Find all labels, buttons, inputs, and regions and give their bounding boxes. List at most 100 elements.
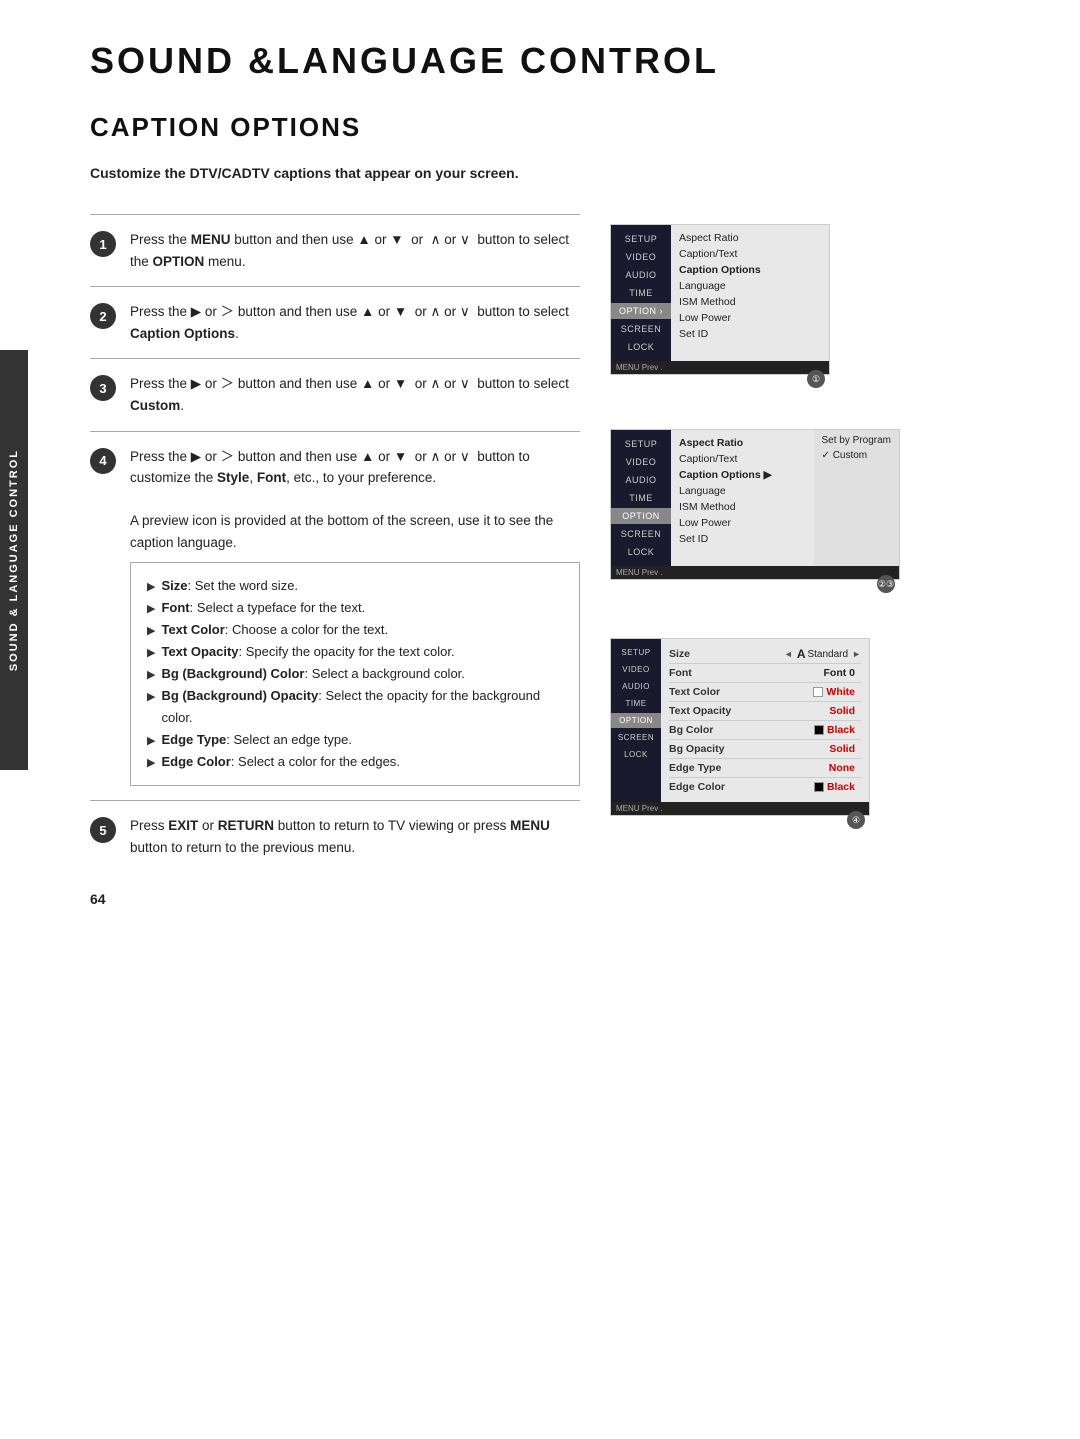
tv-menu-1-ism: ISM Method: [679, 295, 821, 309]
tv-menu-2-video: VIDEO: [611, 454, 671, 470]
step-2-circle: 2: [90, 303, 116, 329]
tv-menu3-label-font: Font: [669, 667, 692, 679]
tv-menu3-label-bg-opacity: Bg Opacity: [669, 743, 724, 755]
step-4-text: Press the ▶ or ＞ button and then use ▲ o…: [130, 446, 580, 787]
tv-menu-3-lock: LOCK: [611, 747, 661, 762]
bullet-edge-type: ▶ Edge Type: Select an edge type.: [147, 729, 563, 751]
step-1-text: Press the MENU button and then use ▲ or …: [130, 229, 580, 272]
tv-menu3-value-bg-color: Black: [808, 723, 861, 737]
tv-menu3-label-bg-color: Bg Color: [669, 724, 713, 736]
bullet-edge-color: ▶ Edge Color: Select a color for the edg…: [147, 751, 563, 773]
tv-menu-2-caption-options: Caption Options ▶: [679, 468, 806, 482]
tv-menu-2-aspect: Aspect Ratio: [679, 436, 806, 450]
section-title: CAPTION OPTIONS: [90, 112, 1030, 143]
tv-menu-1-prev: MENU Prev .: [611, 361, 829, 374]
tv-menu3-label-text-color: Text Color: [669, 686, 720, 698]
bullet-font: ▶ Font: Select a typeface for the text.: [147, 597, 563, 619]
steps-column: 1 Press the MENU button and then use ▲ o…: [90, 214, 580, 907]
page-number: 64: [90, 891, 580, 907]
tv-menu3-row-text-opacity: Text Opacity Solid: [669, 702, 861, 721]
tv-menu-1-caption-text: Caption/Text: [679, 247, 821, 261]
tv-menu-1-left: SETUP VIDEO AUDIO TIME OPTION › SCREEN L…: [611, 225, 671, 361]
tv-menu-1-option: OPTION ›: [611, 303, 671, 319]
tv-menu3-label-edge-color: Edge Color: [669, 781, 725, 793]
tv-menu-2: SETUP VIDEO AUDIO TIME OPTION SCREEN LOC…: [610, 429, 900, 580]
tv-menu3-row-edge-color: Edge Color Black: [669, 778, 861, 796]
tv-menu-3-settings: Size ◄ A Standard ►: [661, 639, 869, 802]
tv-menu-2-time: TIME: [611, 490, 671, 506]
intro-text: Customize the DTV/CADTV captions that ap…: [90, 163, 550, 184]
tv-menu-3-video: VIDEO: [611, 662, 661, 677]
tv-menu-1-stepnum: ①: [807, 370, 825, 388]
tv-menu-1-low-power: Low Power: [679, 311, 821, 325]
tv-menu-1-time: TIME: [611, 285, 671, 301]
menu-screenshot-3: SETUP VIDEO AUDIO TIME OPTION SCREEN LOC…: [610, 638, 1030, 816]
tv-menu-2-screen: SCREEN: [611, 526, 671, 542]
bullet-bg-opacity: ▶ Bg (Background) Opacity: Select the op…: [147, 685, 563, 729]
bullet-list: ▶ Size: Set the word size. ▶ Font: Selec…: [130, 562, 580, 787]
tv-menu-2-lock: LOCK: [611, 544, 671, 560]
tv-menu-2-caption-text: Caption/Text: [679, 452, 806, 466]
step-5: 5 Press EXIT or RETURN button to return …: [90, 800, 580, 872]
side-tab: SOUND & LANGUAGE CONTROL: [0, 350, 28, 770]
tv-menu3-swatch-bg-color: [814, 725, 824, 735]
tv-menu3-row-bg-color: Bg Color Black: [669, 721, 861, 740]
tv-menu-1-audio: AUDIO: [611, 267, 671, 283]
bullet-text-color: ▶ Text Color: Choose a color for the tex…: [147, 619, 563, 641]
tv-menu-1-language: Language: [679, 279, 821, 293]
tv-menu3-row-bg-opacity: Bg Opacity Solid: [669, 740, 861, 759]
tv-menu3-arrow-nav-size: ◄ A Standard ►: [784, 647, 861, 661]
tv-menu3-value-edge-color: Black: [808, 780, 861, 794]
tv-menu3-swatch-edge-color: [814, 782, 824, 792]
step-4-circle: 4: [90, 448, 116, 474]
step-3: 3 Press the ▶ or ＞ button and then use ▲…: [90, 358, 580, 430]
main-title: SOUND &LANGUAGE CONTROL: [90, 40, 1030, 82]
bullet-bg-color: ▶ Bg (Background) Color: Select a backgr…: [147, 663, 563, 685]
tv-menu-1-setup: SETUP: [611, 231, 671, 247]
tv-menu-2-right: Aspect Ratio Caption/Text Caption Option…: [671, 430, 814, 566]
tv-menu-1-video: VIDEO: [611, 249, 671, 265]
tv-menu-2-stepnum: ②③: [877, 575, 895, 593]
tv-menu3-label-size: Size: [669, 648, 690, 660]
tv-menu-1-right: Aspect Ratio Caption/Text Caption Option…: [671, 225, 829, 361]
tv-menu3-value-font: Font 0: [818, 666, 862, 680]
tv-menu-3-left: SETUP VIDEO AUDIO TIME OPTION SCREEN LOC…: [611, 639, 661, 802]
tv-menu-1-aspect: Aspect Ratio: [679, 231, 821, 245]
tv-menu-2-language: Language: [679, 484, 806, 498]
tv-menu-3-screen: SCREEN: [611, 730, 661, 745]
tv-menu-1-set-id: Set ID: [679, 327, 821, 341]
tv-menu3-label-text-opacity: Text Opacity: [669, 705, 731, 717]
tv-menu-2-audio: AUDIO: [611, 472, 671, 488]
step-3-text: Press the ▶ or ＞ button and then use ▲ o…: [130, 373, 580, 416]
tv-menu3-value-bg-opacity: Solid: [823, 742, 861, 756]
tv-menu3-left-arrow: ◄: [784, 649, 793, 659]
step-1-circle: 1: [90, 231, 116, 257]
tv-menu-3-stepnum: ④: [847, 811, 865, 829]
tv-menu-1-lock: LOCK: [611, 339, 671, 355]
tv-menu3-right-arrow: ►: [852, 649, 861, 659]
tv-menu3-row-edge-type: Edge Type None: [669, 759, 861, 778]
tv-menu-3: SETUP VIDEO AUDIO TIME OPTION SCREEN LOC…: [610, 638, 870, 816]
tv-menu3-swatch-text-color: [813, 687, 823, 697]
menu-screenshots-column: SETUP VIDEO AUDIO TIME OPTION › SCREEN L…: [610, 214, 1030, 907]
tv-menu-3-prev: MENU Prev .: [611, 802, 869, 815]
tv-menu-1-caption-options: Caption Options: [679, 263, 821, 277]
tv-menu3-label-edge-type: Edge Type: [669, 762, 721, 774]
step-5-circle: 5: [90, 817, 116, 843]
step-1: 1 Press the MENU button and then use ▲ o…: [90, 214, 580, 286]
tv-menu-2-prev: MENU Prev .: [611, 566, 899, 579]
tv-menu-3-option: OPTION: [611, 713, 661, 728]
tv-menu-3-setup: SETUP: [611, 645, 661, 660]
bullet-text-opacity: ▶ Text Opacity: Specify the opacity for …: [147, 641, 563, 663]
tv-menu3-value-text-opacity: Solid: [823, 704, 861, 718]
step-2: 2 Press the ▶ or ＞ button and then use ▲…: [90, 286, 580, 358]
tv-menu3-value-edge-type: None: [823, 761, 861, 775]
tv-menu-3-time: TIME: [611, 696, 661, 711]
tv-menu-2-option: OPTION: [611, 508, 671, 524]
tv-menu-2-set-by-program: Set by Program: [822, 434, 891, 447]
step-3-circle: 3: [90, 375, 116, 401]
tv-menu3-row-font: Font Font 0: [669, 664, 861, 683]
tv-menu3-row-text-color: Text Color White: [669, 683, 861, 702]
tv-menu3-size-value: Standard: [807, 649, 848, 660]
tv-menu3-row-size: Size ◄ A Standard ►: [669, 645, 861, 664]
